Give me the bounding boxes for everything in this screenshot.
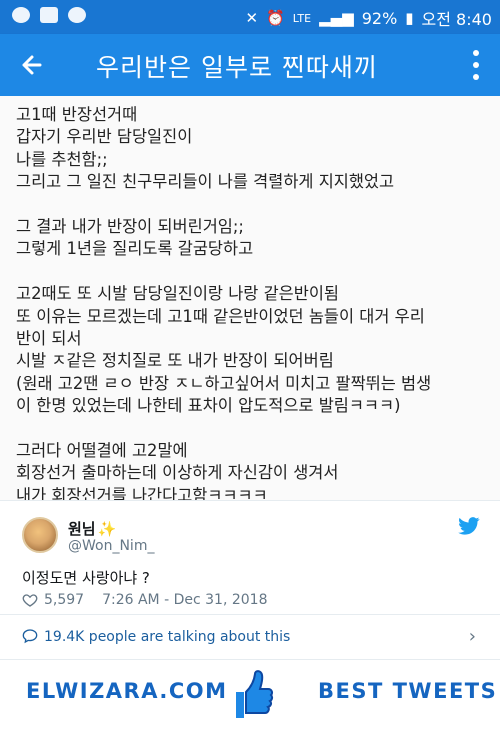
post-line bbox=[16, 417, 491, 439]
post-line: 그렇게 1년을 질리도록 갈굼당하고 bbox=[16, 239, 254, 259]
twitter-bird-svg bbox=[458, 517, 480, 535]
back-arrow-svg bbox=[22, 55, 42, 75]
talking-link[interactable]: 19.4K people are talking about this › bbox=[0, 614, 500, 660]
tweet-text: 이정도면 사랑아냐 ? bbox=[22, 569, 150, 587]
post-line: 반이 되서 bbox=[16, 328, 82, 348]
battery-icon: ▮ bbox=[405, 9, 414, 27]
post-line: 그 결과 내가 반장이 되버린거임;; bbox=[16, 216, 244, 236]
gallery-notification-icon bbox=[40, 7, 58, 23]
post-line bbox=[16, 261, 491, 283]
network-type: LTE bbox=[292, 11, 312, 25]
app-bar: 우리반은 일부로 찐따새끼 bbox=[0, 34, 500, 96]
status-bar-right: ✕ ⏰ LTE ▂▄▆ 92% ▮ 오전 8:40 bbox=[246, 6, 492, 30]
post-content: 고1때 반장선거때 갑자기 우리반 담당일진이 나를 추천함;; 그리고 그 일… bbox=[0, 96, 500, 500]
status-bar-left-icons bbox=[12, 7, 86, 23]
page-title: 우리반은 일부로 찐따새끼 bbox=[96, 53, 378, 82]
heart-icon[interactable] bbox=[22, 592, 38, 608]
thumbs-up-icon bbox=[236, 670, 274, 718]
clock: 오전 8:40 bbox=[421, 10, 492, 29]
battery-percent: 92% bbox=[361, 8, 398, 28]
user-display-name[interactable]: 원님 ✨ bbox=[68, 518, 116, 539]
tweet-timestamp[interactable]: 7:26 AM - Dec 31, 2018 bbox=[102, 592, 267, 608]
brand-banner: ELWIZARA.COM BEST TWEETS bbox=[0, 658, 500, 731]
alarm-icon: ⏰ bbox=[266, 9, 285, 27]
post-line: 나를 추천함;; bbox=[16, 149, 108, 169]
user-name-text: 원님 bbox=[68, 520, 96, 538]
app-notification-icon bbox=[12, 7, 30, 23]
back-arrow-icon[interactable] bbox=[16, 48, 52, 82]
post-body: 고1때 반장선거때 갑자기 우리반 담당일진이 나를 추천함;; 그리고 그 일… bbox=[16, 104, 491, 500]
twitter-bird-icon[interactable] bbox=[458, 517, 480, 539]
like-count[interactable]: 5,597 bbox=[44, 592, 84, 608]
banner-site-name[interactable]: ELWIZARA.COM bbox=[26, 679, 228, 703]
post-line: 그러다 어떨결에 고2말에 bbox=[16, 440, 188, 460]
post-line: 시발 ㅈ같은 정치질로 또 내가 반장이 되어버림 bbox=[16, 351, 334, 371]
more-options-icon[interactable] bbox=[468, 50, 484, 80]
search-notification-icon bbox=[68, 7, 86, 23]
banner-tagline: BEST TWEETS bbox=[318, 679, 498, 703]
post-line: 회장선거 출마하는데 이상하게 자신감이 생겨서 bbox=[16, 463, 339, 483]
post-line: 또 이유는 모르겠는데 고1때 같은반이었던 놈들이 대거 우리 bbox=[16, 306, 425, 326]
post-line: 고1때 반장선거때 bbox=[16, 105, 138, 124]
mute-icon: ✕ bbox=[245, 9, 259, 27]
post-line: 고2때도 또 시발 담당일진이랑 나랑 같은반이됨 bbox=[16, 284, 339, 304]
status-bar: ✕ ⏰ LTE ▂▄▆ 92% ▮ 오전 8:40 bbox=[0, 0, 500, 34]
tweet-meta: 5,597 7:26 AM - Dec 31, 2018 bbox=[22, 592, 267, 608]
sparkle-icon: ✨ bbox=[97, 520, 117, 538]
talking-text: 19.4K people are talking about this bbox=[44, 629, 291, 645]
post-line: 내가 회장선거를 나간다고함ㅋㅋㅋㅋ bbox=[16, 485, 268, 500]
post-line: 이 한명 있었는데 나한테 표차이 압도적으로 발림ㅋㅋㅋ) bbox=[16, 396, 401, 416]
post-line: 그리고 그 일진 친구무리들이 나를 격렬하게 지지했었고 bbox=[16, 172, 395, 192]
comment-bubble-icon bbox=[22, 629, 38, 644]
avatar[interactable] bbox=[22, 517, 58, 553]
user-handle[interactable]: @Won_Nim_ bbox=[68, 538, 154, 554]
post-line: 갑자기 우리반 담당일진이 bbox=[16, 127, 193, 147]
chevron-right-icon: › bbox=[468, 626, 476, 647]
post-line bbox=[16, 194, 491, 216]
signal-icon: ▂▄▆ bbox=[319, 9, 354, 27]
tweet-card: 원님 ✨ @Won_Nim_ 이정도면 사랑아냐 ? 5,597 7:26 AM … bbox=[0, 500, 500, 731]
post-line: (원래 고2땐 ㄹㅇ 반장 ㅈㄴ하고싶어서 미치고 팔짝뛰는 범생 bbox=[16, 373, 432, 393]
